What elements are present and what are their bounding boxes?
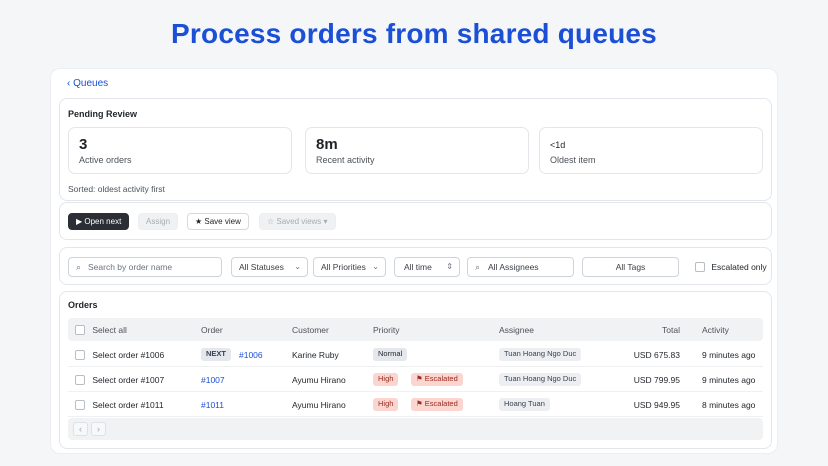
pending-review-card: Pending Review 3 Active orders 8m Recent… (59, 98, 772, 201)
time-filter-select[interactable]: All time ⇕ (394, 257, 460, 277)
page-headline: Process orders from shared queues (171, 18, 657, 49)
stat-value: <1d (550, 140, 566, 150)
time-filter-value: All time (404, 262, 432, 272)
order-total: USD 949.95 (633, 400, 680, 410)
open-next-button[interactable]: ▶ Open next (68, 213, 130, 230)
column-header-assignee: Assignee (499, 325, 534, 335)
next-page-button[interactable]: › (91, 422, 106, 436)
stat-label: Oldest item (550, 155, 596, 165)
escalated-only-label: Escalated only (711, 261, 767, 272)
chevron-updown-icon: ⇕ (446, 262, 453, 271)
column-header-total: Total (662, 325, 680, 335)
queue-panel: ‹ Queues Pending Review 3 Active orders … (50, 68, 778, 454)
stat-oldest-item: <1d Oldest item (539, 127, 763, 174)
status-filter-select[interactable]: All Statuses ⌄ (231, 257, 308, 277)
escalated-only-checkbox[interactable]: Escalated only (695, 261, 767, 272)
filters-bar: ⌕ Search by order name All Statuses ⌄ Al… (59, 247, 772, 285)
order-link[interactable]: #1007 (201, 375, 225, 385)
saved-views-dropdown[interactable]: ☆ Saved views ▾ (259, 213, 336, 230)
order-total: USD 799.95 (633, 375, 680, 385)
activity-time: 8 minutes ago (702, 400, 756, 410)
row-select-label: Select order #1007 (92, 374, 165, 385)
escalated-badge: ⚑ Escalated (411, 398, 463, 411)
stat-recent-activity: 8m Recent activity (305, 127, 529, 174)
stat-label: Active orders (79, 155, 132, 165)
row-select-checkbox[interactable]: Select order #1011 (75, 399, 164, 410)
assignee-chip: Tuan Hoang Ngo Duc (499, 348, 582, 361)
orders-card: Orders Select all Order Customer Priorit… (59, 291, 772, 449)
table-row[interactable]: Select order #1006 NEXT #1006 Karine Rub… (68, 342, 763, 367)
checkbox-box[interactable] (695, 261, 705, 272)
assign-button[interactable]: Assign (138, 213, 179, 230)
priority-badge: High (373, 373, 399, 386)
select-all-checkbox[interactable]: Select all (75, 324, 127, 335)
assignees-filter-value: All Assignees (488, 262, 539, 272)
back-to-queues-link[interactable]: ‹ Queues (67, 78, 108, 89)
assignee-chip: Hoang Tuan (499, 398, 550, 411)
checkbox-box[interactable] (75, 349, 85, 360)
tags-filter-value: All Tags (615, 262, 646, 272)
row-select-checkbox[interactable]: Select order #1006 (75, 349, 164, 360)
customer-name: Karine Ruby (292, 350, 339, 360)
search-input[interactable]: ⌕ Search by order name (68, 257, 222, 277)
chevron-down-icon: ⌄ (372, 262, 379, 271)
table-row[interactable]: Select order #1011 #1011 Ayumu Hirano Hi… (68, 392, 763, 417)
assignees-filter[interactable]: ⌕ All Assignees (467, 257, 574, 277)
chevron-down-icon: ⌄ (294, 262, 301, 271)
stat-value: 3 (79, 136, 88, 153)
status-filter-value: All Statuses (239, 262, 284, 272)
column-header-priority: Priority (373, 325, 400, 335)
order-link[interactable]: #1011 (201, 400, 224, 410)
next-badge: NEXT (201, 348, 232, 361)
select-all-label: Select all (92, 324, 127, 335)
stat-active-orders: 3 Active orders (68, 127, 292, 174)
row-select-label: Select order #1006 (92, 349, 165, 360)
escalated-badge: ⚑ Escalated (411, 373, 463, 386)
order-link[interactable]: #1006 (239, 350, 263, 360)
orders-title: Orders (68, 300, 98, 310)
priority-badge: Normal (373, 348, 408, 361)
search-icon: ⌕ (475, 262, 481, 272)
activity-time: 9 minutes ago (702, 350, 756, 360)
column-header-activity: Activity (702, 325, 729, 335)
prev-page-button[interactable]: ‹ (73, 422, 88, 436)
checkbox-box[interactable] (75, 399, 85, 410)
column-header-order: Order (201, 325, 223, 335)
search-placeholder: Search by order name (88, 262, 173, 272)
search-icon: ⌕ (76, 262, 82, 272)
customer-name: Ayumu Hirano (292, 375, 346, 385)
priority-filter-value: All Priorities (321, 262, 366, 272)
table-row[interactable]: Select order #1007 #1007 Ayumu Hirano Hi… (68, 367, 763, 392)
tags-filter[interactable]: All Tags (582, 257, 679, 277)
row-select-checkbox[interactable]: Select order #1007 (75, 374, 164, 385)
sort-description: Sorted: oldest activity first (68, 184, 165, 194)
stat-label: Recent activity (316, 155, 375, 165)
checkbox-box[interactable] (75, 324, 85, 335)
save-view-button[interactable]: ★ Save view (187, 213, 249, 230)
stat-value: 8m (316, 136, 338, 153)
customer-name: Ayumu Hirano (292, 400, 346, 410)
orders-table-header: Select all Order Customer Priority Assig… (68, 318, 763, 341)
pagination: ‹ › (68, 418, 763, 440)
actions-toolbar: ▶ Open next Assign ★ Save view ☆ Saved v… (59, 202, 772, 240)
column-header-customer: Customer (292, 325, 329, 335)
order-total: USD 675.83 (633, 350, 680, 360)
activity-time: 9 minutes ago (702, 375, 756, 385)
priority-badge: High (373, 398, 399, 411)
pending-review-title: Pending Review (68, 109, 138, 119)
checkbox-box[interactable] (75, 374, 85, 385)
assignee-chip: Tuan Hoang Ngo Duc (499, 373, 582, 386)
priority-filter-select[interactable]: All Priorities ⌄ (313, 257, 386, 277)
row-select-label: Select order #1011 (92, 399, 164, 410)
